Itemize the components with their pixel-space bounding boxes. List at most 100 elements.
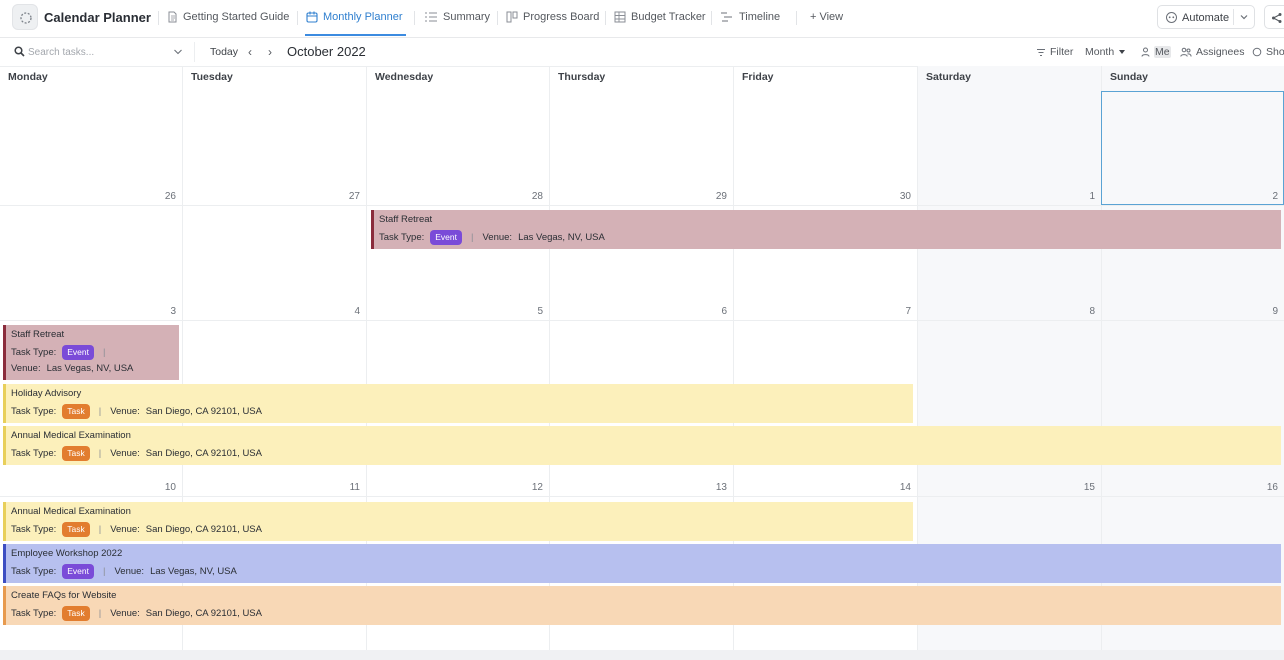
event-card-annual-medical-examination[interactable]: Annual Medical Examination Task Type: Ta…	[3, 426, 1281, 465]
day-cell-number[interactable]: 6	[687, 306, 727, 317]
tab-summary[interactable]: Summary	[424, 11, 490, 23]
event-meta: Task Type: Event |	[11, 345, 114, 360]
event-meta: Task Type: Task | Venue: San Diego, CA 9…	[11, 446, 262, 461]
assignees-button[interactable]: Assignees	[1180, 46, 1244, 58]
next-month-button[interactable]: ›	[268, 45, 272, 59]
table-icon	[614, 11, 626, 23]
view-tabs-bar: Calendar Planner Getting Started Guide M…	[0, 0, 1284, 38]
event-meta: Task Type: Task | Venue: San Diego, CA 9…	[11, 606, 262, 621]
share-button[interactable]	[1264, 5, 1284, 29]
day-cell-number[interactable]: 28	[503, 191, 543, 202]
calendar-app: Calendar Planner Getting Started Guide M…	[0, 0, 1284, 650]
active-tab-indicator	[305, 34, 406, 36]
tab-getting-started-guide[interactable]: Getting Started Guide	[167, 11, 289, 23]
automate-button[interactable]: Automate	[1157, 5, 1255, 29]
day-cell-number[interactable]: 14	[871, 482, 911, 493]
venue-value: San Diego, CA 92101, USA	[145, 448, 262, 459]
show-options-button[interactable]: Show	[1252, 46, 1284, 58]
caret-down-icon	[1119, 50, 1126, 54]
day-cell-number[interactable]: 30	[871, 191, 911, 202]
current-month-title: October 2022	[287, 44, 366, 59]
tab-timeline[interactable]: Timeline	[720, 11, 780, 23]
day-cell-number[interactable]: 9	[1238, 306, 1278, 317]
day-cell-number[interactable]: 8	[1055, 306, 1095, 317]
day-cell-number[interactable]: 1	[1055, 191, 1095, 202]
month-view-dropdown[interactable]: Month	[1085, 46, 1126, 58]
venue-label: Venue:	[110, 608, 140, 619]
event-title: Staff Retreat	[379, 214, 433, 225]
day-cell-number[interactable]: 2	[1238, 191, 1278, 202]
toolbar-divider	[194, 42, 195, 62]
filter-label: Filter	[1050, 46, 1074, 58]
show-label: Show	[1266, 46, 1284, 58]
meta-separator: |	[471, 232, 474, 243]
tab-label: Progress Board	[523, 11, 600, 23]
tab-monthly-planner[interactable]: Monthly Planner	[306, 11, 403, 23]
day-cell-number[interactable]: 16	[1238, 482, 1278, 493]
tab-label: Budget Tracker	[631, 11, 706, 23]
add-view-button[interactable]: + View	[810, 11, 843, 23]
event-card-annual-medical-examination[interactable]: Annual Medical Examination Task Type: Ta…	[3, 502, 913, 541]
day-cell-number[interactable]: 5	[503, 306, 543, 317]
venue-value: Las Vegas, NV, USA	[518, 232, 605, 243]
day-cell-number[interactable]: 13	[687, 482, 727, 493]
filter-icon	[1037, 48, 1045, 56]
day-cell-number[interactable]: 11	[320, 482, 360, 493]
timeline-icon	[721, 12, 732, 22]
day-header-wednesday: Wednesday	[375, 71, 434, 83]
filter-button[interactable]: Filter	[1036, 46, 1073, 58]
venue-label: Venue:	[110, 524, 140, 535]
search-input[interactable]	[28, 44, 168, 60]
me-filter-button[interactable]: Me	[1141, 46, 1171, 58]
meta-separator: |	[98, 448, 102, 459]
day-cell-number[interactable]: 7	[871, 306, 911, 317]
today-cell-highlight[interactable]	[1101, 91, 1284, 205]
event-card-staff-retreat[interactable]: Staff Retreat Task Type: Event | Venue: …	[371, 210, 1281, 249]
task-type-badge: Event	[62, 564, 94, 579]
task-type-label: Task Type:	[11, 347, 57, 358]
chevron-down-icon[interactable]	[1239, 12, 1249, 22]
list-icon	[425, 12, 437, 22]
person-icon	[1141, 47, 1150, 57]
venue-label: Venue:	[114, 566, 145, 577]
event-card-employee-workshop-2022[interactable]: Employee Workshop 2022 Task Type: Event …	[3, 544, 1281, 583]
event-title: Holiday Advisory	[11, 388, 82, 399]
tab-divider	[297, 11, 298, 25]
tab-label: Summary	[443, 11, 491, 23]
day-cell-number[interactable]: 27	[320, 191, 360, 202]
robot-icon	[1166, 12, 1177, 23]
day-header-sunday: Sunday	[1110, 71, 1148, 83]
day-cell-number[interactable]: 4	[320, 306, 360, 317]
venue-label: Venue:	[110, 448, 140, 459]
month-calendar-grid: Monday Tuesday Wednesday Thursday Friday…	[0, 66, 1284, 650]
tab-label: Getting Started Guide	[183, 11, 290, 23]
event-card-staff-retreat[interactable]: Staff Retreat Task Type: Event | Venue: …	[3, 325, 179, 380]
meta-separator: |	[98, 406, 102, 417]
venue-label: Venue:	[11, 363, 41, 374]
tab-budget-tracker[interactable]: Budget Tracker	[614, 11, 706, 23]
venue-value: Las Vegas, NV, USA	[150, 566, 237, 577]
day-cell-number[interactable]: 29	[687, 191, 727, 202]
day-cell-number[interactable]: 26	[136, 191, 176, 202]
event-card-create-faqs-for-website[interactable]: Create FAQs for Website Task Type: Task …	[3, 586, 1281, 625]
day-cell-number[interactable]: 15	[1055, 482, 1095, 493]
event-meta: Task Type: Event | Venue: Las Vegas, NV,…	[11, 564, 237, 579]
task-type-label: Task Type:	[379, 232, 425, 243]
day-cell-number[interactable]: 12	[503, 482, 543, 493]
day-cell-number[interactable]: 3	[136, 306, 176, 317]
calendar-planner-icon[interactable]	[12, 4, 38, 30]
event-title: Annual Medical Examination	[11, 430, 131, 441]
day-header-monday: Monday	[8, 71, 48, 83]
doc-icon	[168, 11, 177, 23]
day-header-thursday: Thursday	[558, 71, 606, 83]
search-icon	[14, 46, 25, 57]
people-icon	[1180, 47, 1192, 57]
tab-progress-board[interactable]: Progress Board	[506, 11, 599, 23]
previous-month-button[interactable]: ‹	[248, 45, 252, 59]
today-button[interactable]: Today	[210, 46, 238, 58]
assignees-label: Assignees	[1196, 46, 1245, 58]
event-card-holiday-advisory[interactable]: Holiday Advisory Task Type: Task | Venue…	[3, 384, 913, 423]
chevron-down-icon[interactable]	[173, 48, 183, 56]
task-type-label: Task Type:	[11, 566, 57, 577]
day-cell-number[interactable]: 10	[136, 482, 176, 493]
